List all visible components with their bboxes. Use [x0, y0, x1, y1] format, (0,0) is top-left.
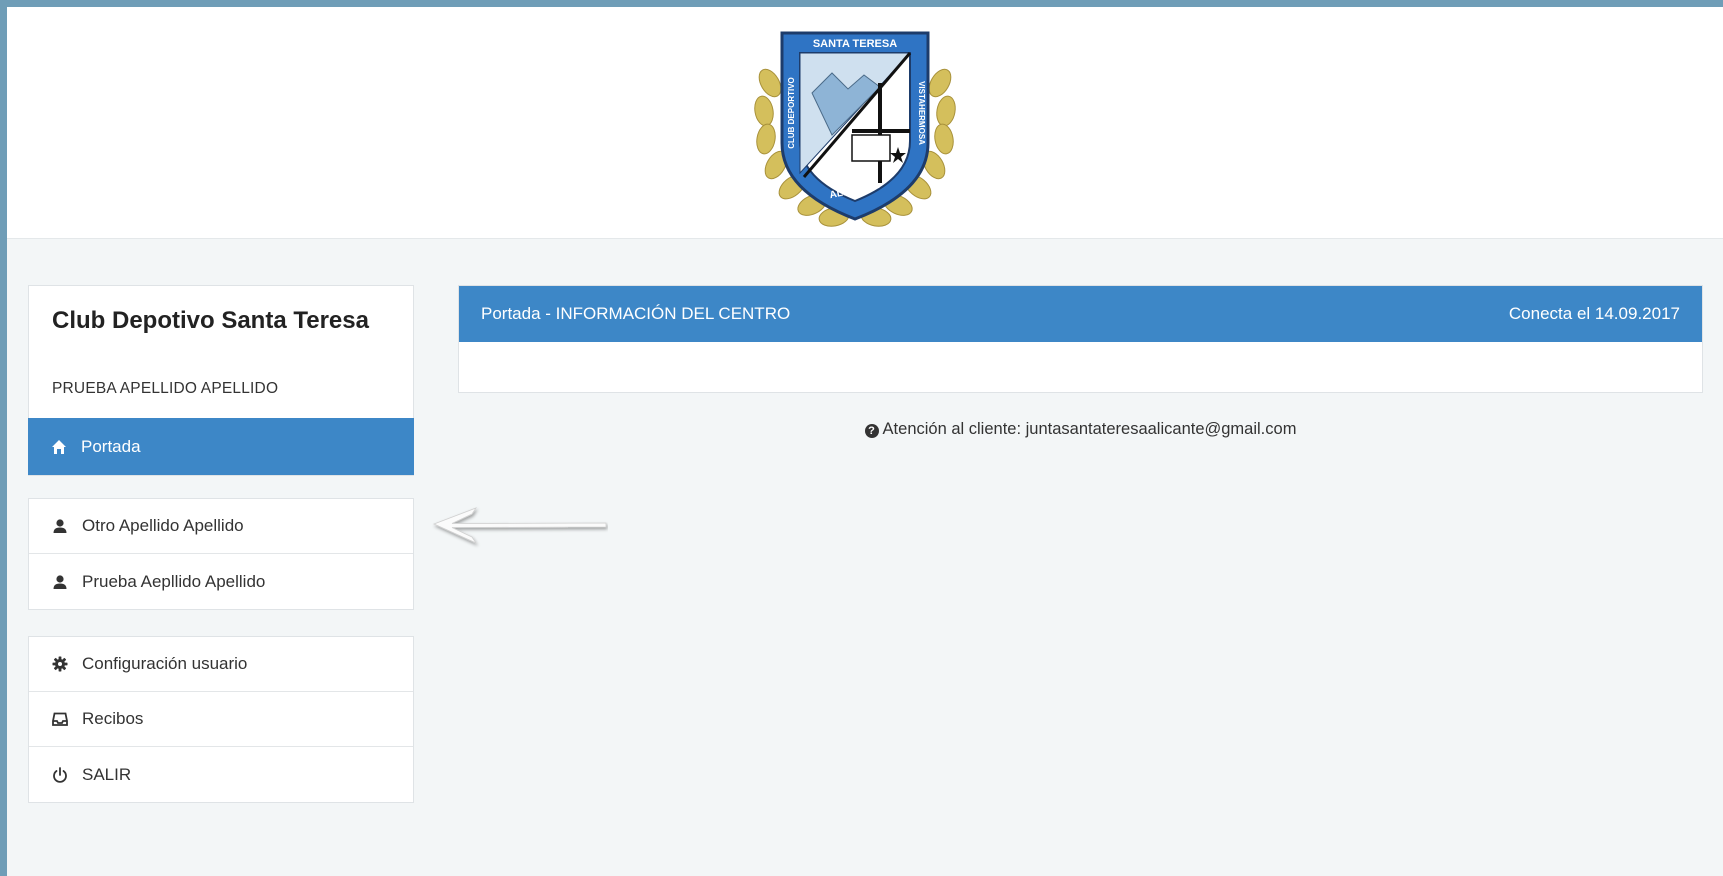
logo-text-top: SANTA TERESA	[813, 38, 897, 50]
panel-title: Portada - INFORMACIÓN DEL CENTRO	[481, 304, 791, 323]
profile-card: Club Depotivo Santa Teresa PRUEBA APELLI…	[28, 285, 414, 476]
user-icon	[52, 518, 68, 534]
club-name: Club Depotivo Santa Teresa	[52, 307, 369, 334]
nav-item-label: Prueba Aepllido Apellido	[82, 571, 266, 591]
nav-item-label: SALIR	[82, 764, 132, 784]
logo-text-right: VISTAHERMOSA	[917, 81, 926, 145]
logo-text-left: CLUB DEPORTIVO	[787, 77, 796, 149]
panel-header: Portada - INFORMACIÓN DEL CENTRO Conecta…	[459, 286, 1702, 342]
inbox-icon	[52, 711, 68, 727]
nav-item-recibos[interactable]: Recibos	[29, 692, 413, 747]
power-icon	[52, 766, 68, 783]
gear-icon	[52, 656, 68, 672]
nav-item-label: Portada	[81, 436, 141, 456]
nav-item-salir[interactable]: SALIR	[29, 747, 413, 802]
last-connection: Conecta el 14.09.2017	[1508, 304, 1680, 323]
settings-list: Configuración usuario Recibos SALIR	[28, 636, 414, 803]
nav-item-member-1[interactable]: Otro Apellido Apellido	[29, 499, 413, 554]
nav-item-label: Otro Apellido Apellido	[82, 516, 244, 535]
user-icon	[52, 574, 68, 590]
info-panel: Portada - INFORMACIÓN DEL CENTRO Conecta…	[458, 285, 1703, 393]
nav-item-member-2[interactable]: Prueba Aepllido Apellido	[29, 554, 413, 609]
user-name: PRUEBA APELLIDO APELLIDO	[52, 380, 279, 397]
app-frame: SANTA TERESA ALICANTE CLUB DEPORTIVO VIS…	[7, 7, 1723, 876]
customer-service-text: Atención al cliente: juntasantateresaali…	[882, 420, 1297, 438]
nav-item-label: Configuración usuario	[82, 654, 248, 673]
header: SANTA TERESA ALICANTE CLUB DEPORTIVO VIS…	[7, 7, 1723, 239]
nav-item-label: Recibos	[82, 709, 144, 728]
home-icon	[51, 439, 67, 455]
customer-service: ? Atención al cliente: juntasantateresaal…	[458, 420, 1703, 439]
members-list: Otro Apellido Apellido Prueba Aepllido A…	[28, 498, 414, 610]
club-crest-logo: SANTA TERESA ALICANTE CLUB DEPORTIVO VIS…	[754, 31, 956, 227]
nav-item-portada[interactable]: Portada	[28, 418, 414, 475]
annotation-arrow	[432, 507, 607, 544]
nav-item-configuracion[interactable]: Configuración usuario	[29, 637, 413, 692]
question-icon: ?	[864, 424, 879, 438]
